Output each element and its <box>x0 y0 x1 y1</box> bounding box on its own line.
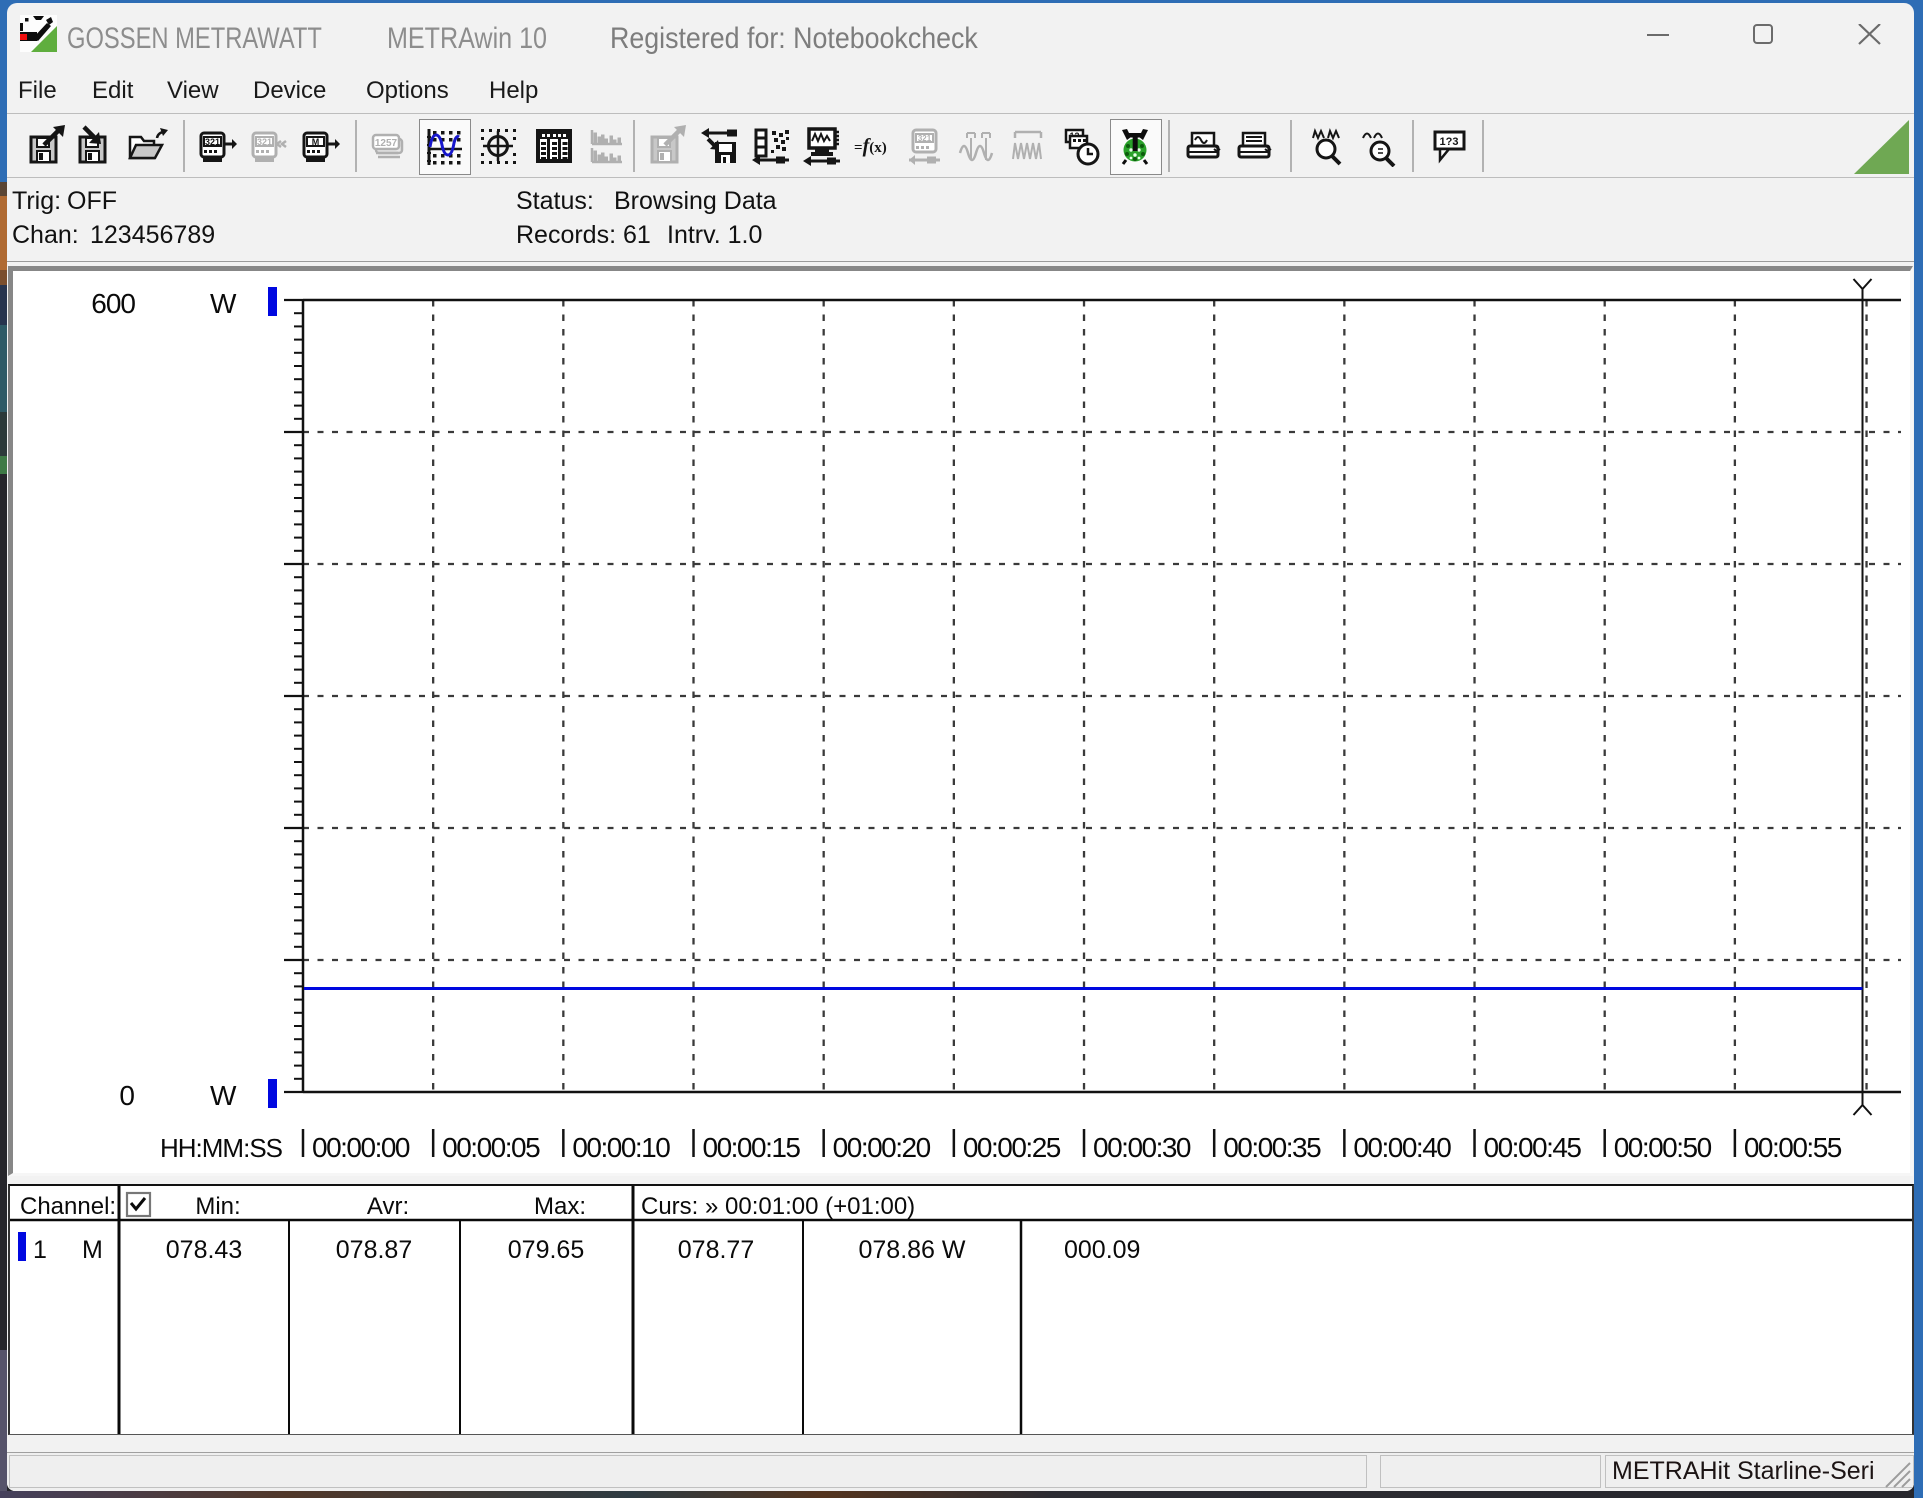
svg-text:1: 1 <box>33 1236 47 1264</box>
svg-text:00:00:40: 00:00:40 <box>1353 1132 1451 1163</box>
svg-text:Max:: Max: <box>534 1193 586 1220</box>
svg-text:00:00:10: 00:00:10 <box>572 1132 670 1163</box>
svg-text:W: W <box>210 1080 237 1111</box>
svg-text:00:00:25: 00:00:25 <box>963 1132 1061 1163</box>
svg-text:0: 0 <box>119 1080 135 1111</box>
svg-text:078.86 W: 078.86 W <box>858 1236 965 1264</box>
svg-text:Min:: Min: <box>195 1193 240 1220</box>
svg-text:321: 321 <box>918 134 932 143</box>
svg-text:00:00:05: 00:00:05 <box>442 1132 540 1163</box>
svg-text:00:00:45: 00:00:45 <box>1484 1132 1582 1163</box>
svg-text:M: M <box>312 137 320 147</box>
svg-text:000.09: 000.09 <box>1064 1236 1140 1264</box>
svg-text:W: W <box>210 288 237 319</box>
svg-text:600: 600 <box>91 288 135 319</box>
svg-text:Channel:: Channel: <box>20 1193 116 1220</box>
svg-text:00:00:00: 00:00:00 <box>312 1132 410 1163</box>
svg-text:00:00:50: 00:00:50 <box>1614 1132 1712 1163</box>
svg-text:Avr:: Avr: <box>367 1193 409 1220</box>
svg-text:321: 321 <box>205 137 220 147</box>
svg-text:078.77: 078.77 <box>678 1236 754 1264</box>
svg-text:00:00:30: 00:00:30 <box>1093 1132 1191 1163</box>
svg-text:=f(x): =f(x) <box>854 135 887 157</box>
svg-text:M: M <box>82 1236 103 1264</box>
svg-text:00:00:20: 00:00:20 <box>833 1132 931 1163</box>
svg-text:00:00:55: 00:00:55 <box>1744 1132 1842 1163</box>
svg-text:078.43: 078.43 <box>166 1236 242 1264</box>
svg-text:00:00:35: 00:00:35 <box>1223 1132 1321 1163</box>
svg-text:321: 321 <box>257 137 272 147</box>
svg-text:00:00:15: 00:00:15 <box>703 1132 801 1163</box>
svg-text:078.87: 078.87 <box>336 1236 412 1264</box>
svg-text:1?3: 1?3 <box>1440 136 1459 148</box>
svg-text:1257: 1257 <box>375 138 398 149</box>
svg-text:HH:MM:SS: HH:MM:SS <box>160 1133 283 1163</box>
svg-text:Curs: » 00:01:00 (+01:00): Curs: » 00:01:00 (+01:00) <box>641 1193 915 1220</box>
svg-text:079.65: 079.65 <box>508 1236 584 1264</box>
